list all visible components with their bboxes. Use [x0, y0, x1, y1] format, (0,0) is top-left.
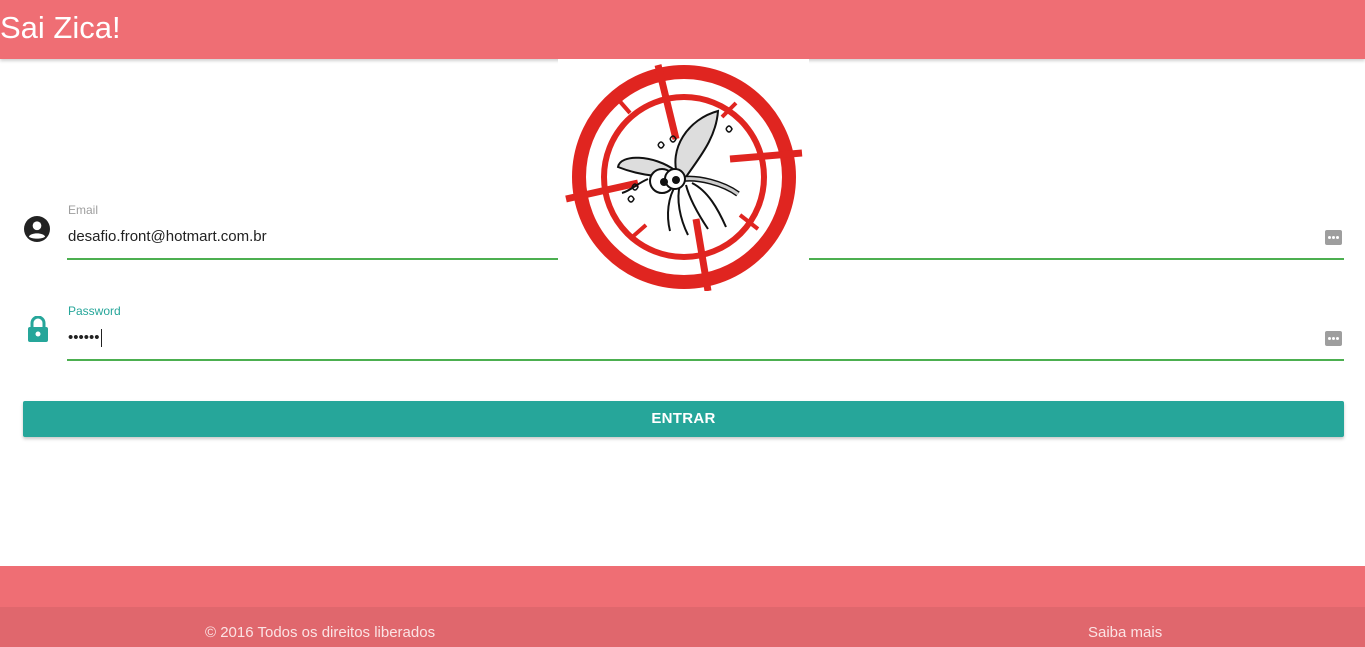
- email-label: Email: [68, 203, 99, 217]
- copyright-text: © 2016 Todos os direitos liberados: [205, 624, 436, 641]
- account-circle-icon: [24, 216, 50, 242]
- more-horizontal-icon[interactable]: [1325, 230, 1342, 245]
- lock-icon: [28, 316, 48, 342]
- text-cursor: [100, 329, 102, 347]
- brand-title[interactable]: Sai Zica!: [0, 9, 121, 47]
- footer-copyright-bar: © 2016 Todos os direitos liberados Saiba…: [0, 607, 1365, 647]
- app-header: Sai Zica!: [0, 0, 1365, 59]
- email-input[interactable]: desafio.front@hotmart.com.br: [68, 228, 267, 246]
- saiba-mais-link[interactable]: Saiba mais: [1088, 624, 1162, 641]
- page-footer: © 2016 Todos os direitos liberados Saiba…: [0, 566, 1365, 647]
- password-underline: [67, 359, 1344, 361]
- password-masked-value: ••••••: [68, 329, 100, 346]
- password-label: Password: [68, 304, 121, 318]
- entrar-button[interactable]: ENTRAR: [23, 401, 1344, 437]
- password-input[interactable]: ••••••: [68, 329, 102, 347]
- mosquito-target-logo: [558, 59, 809, 291]
- more-horizontal-icon[interactable]: [1325, 331, 1342, 346]
